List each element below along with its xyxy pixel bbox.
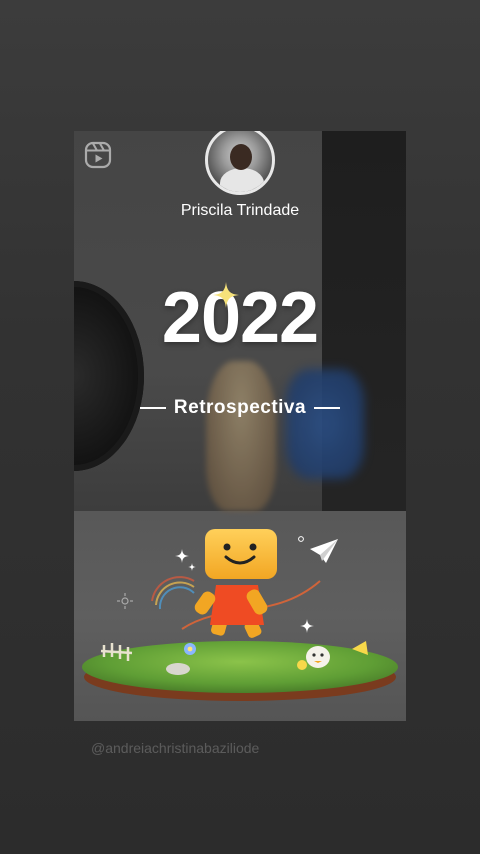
subtitle-row: Retrospectiva <box>74 397 406 419</box>
avatar-face <box>230 144 252 170</box>
story-card[interactable]: Priscila Trindade 2022 Retrospectiva <box>74 131 406 721</box>
background-blue-object <box>286 369 364 479</box>
username[interactable]: Priscila Trindade <box>74 202 406 220</box>
reels-icon[interactable] <box>84 141 112 169</box>
sun-icon <box>117 593 133 609</box>
year-title: 2022 <box>161 278 319 358</box>
subtitle: Retrospectiva <box>173 397 307 418</box>
watermark-username: @andreiachristinabaziliode <box>91 740 260 756</box>
sparkle-icon <box>188 563 196 571</box>
subtitle-line-left <box>139 407 166 409</box>
avatar-shirt <box>220 168 264 192</box>
sparkle-icon <box>300 619 314 633</box>
subtitle-line-right <box>314 407 341 409</box>
sparkle-icon <box>213 282 239 308</box>
sparkle-icon <box>175 549 189 563</box>
paper-plane-icon <box>310 539 338 563</box>
mascot-illustration <box>82 529 398 701</box>
background-dog <box>206 361 276 511</box>
